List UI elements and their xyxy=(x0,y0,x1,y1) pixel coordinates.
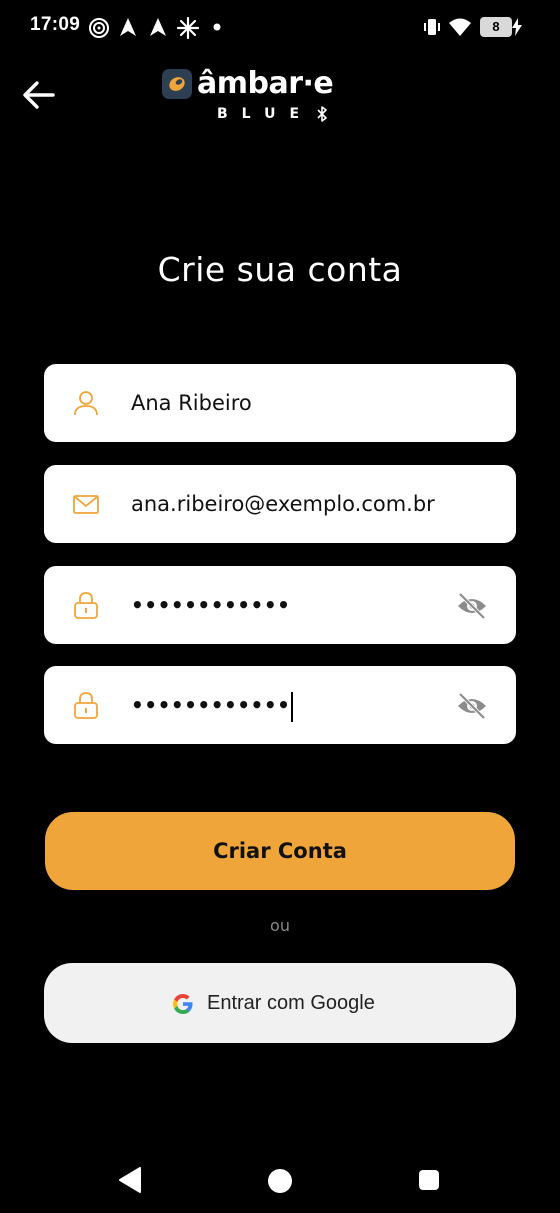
name-field[interactable]: Ana Ribeiro xyxy=(44,364,516,442)
nav-home-button[interactable] xyxy=(268,1169,292,1193)
mail-icon xyxy=(73,495,99,514)
nav-back-button[interactable] xyxy=(118,1167,142,1193)
text-caret xyxy=(291,691,294,722)
google-button-label: Entrar com Google xyxy=(207,992,375,1014)
confirm-password-input[interactable]: •••••••••••• xyxy=(131,666,294,744)
bluetooth-icon xyxy=(317,106,327,122)
google-sign-in-button[interactable]: Entrar com Google xyxy=(44,963,516,1043)
google-icon xyxy=(173,994,193,1014)
sparkle-icon xyxy=(177,17,199,39)
nav-recents-button[interactable] xyxy=(419,1170,439,1190)
target-icon xyxy=(89,18,109,38)
password-input[interactable]: •••••••••••• xyxy=(131,566,290,644)
lock-icon xyxy=(74,692,98,719)
name-input[interactable]: Ana Ribeiro xyxy=(131,364,252,442)
arrow-left-icon xyxy=(23,81,55,109)
wifi-icon xyxy=(449,18,471,36)
battery-level: 8 xyxy=(480,17,512,37)
back-button[interactable] xyxy=(20,76,58,114)
email-field[interactable]: ana.ribeiro@exemplo.com.br xyxy=(44,465,516,543)
create-account-button[interactable]: Criar Conta xyxy=(45,812,515,890)
eye-off-icon[interactable] xyxy=(456,692,488,720)
app-logo: âmbar·e BLUE xyxy=(162,66,342,126)
logo-text: âmbar·e xyxy=(197,66,334,101)
vibrate-icon xyxy=(424,19,440,35)
charging-icon xyxy=(512,18,522,36)
status-time: 17:09 xyxy=(30,14,81,35)
user-icon xyxy=(74,391,98,416)
confirm-password-text: •••••••••••• xyxy=(131,693,291,717)
battery-icon: 8 xyxy=(480,17,512,37)
status-bar: 17:09 8 xyxy=(0,0,560,56)
page-title: Crie sua conta xyxy=(157,250,403,289)
lock-icon xyxy=(74,592,98,619)
password-field[interactable]: •••••••••••• xyxy=(44,566,516,644)
logo-subtitle: BLUE xyxy=(217,106,314,122)
confirm-password-field[interactable]: •••••••••••• xyxy=(44,666,516,744)
or-divider: ou xyxy=(270,916,290,935)
navigation-icon xyxy=(120,18,136,36)
navigation-icon xyxy=(150,18,166,36)
logo-mark-icon xyxy=(162,69,192,99)
system-nav-bar xyxy=(0,1150,560,1213)
email-input[interactable]: ana.ribeiro@exemplo.com.br xyxy=(131,465,435,543)
dot-icon xyxy=(213,23,221,31)
eye-off-icon[interactable] xyxy=(456,592,488,620)
